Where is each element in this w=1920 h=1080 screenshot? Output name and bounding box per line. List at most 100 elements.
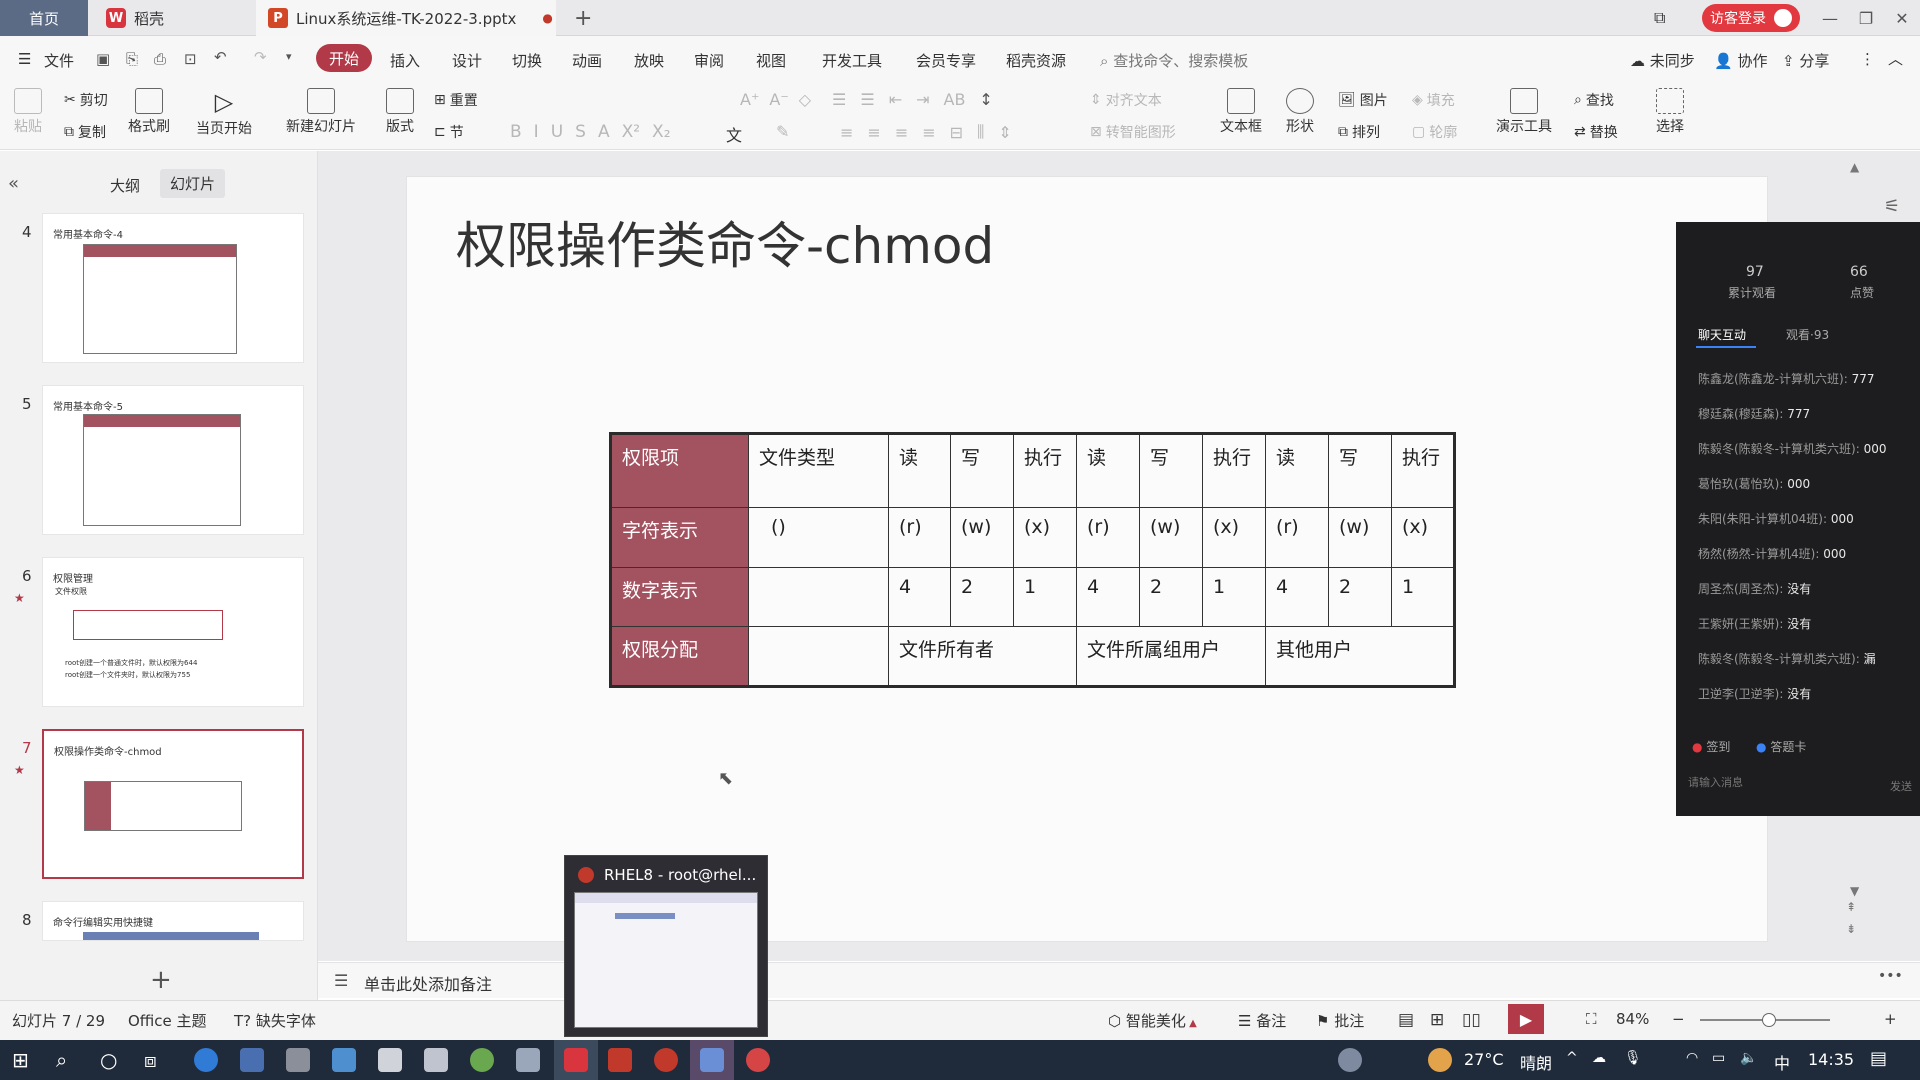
menu-daoke-resources[interactable]: 稻壳资源 [1006, 50, 1066, 71]
tab-outline[interactable]: 大纲 [110, 175, 140, 196]
notification-icon[interactable]: ▤ [1870, 1048, 1887, 1069]
align-right-icon[interactable]: ≡ [895, 123, 908, 142]
tab-daoke[interactable]: W 稻壳 [92, 0, 252, 36]
vm-console-icon[interactable] [654, 1048, 678, 1072]
italic-icon[interactable]: I [534, 122, 539, 142]
slide-thumbnail-8[interactable]: 命令行编辑实用快捷键 [42, 901, 304, 941]
outdent-icon[interactable]: ⇤ [889, 90, 902, 109]
permission-table[interactable]: 权限项 文件类型 读 写 执行 读 写 执行 读 写 执行 字符表示 () (r… [609, 432, 1456, 688]
quick-access-dropdown-icon[interactable]: ▾ [286, 50, 292, 63]
taskbar-app-icon[interactable] [240, 1048, 264, 1072]
menu-animation[interactable]: 动画 [572, 50, 602, 71]
highlight-icon[interactable]: ✎ [776, 122, 789, 141]
menu-review[interactable]: 审阅 [694, 50, 724, 71]
slide-thumbnail-4[interactable]: 常用基本命令-4 [42, 213, 304, 363]
menu-design[interactable]: 设计 [452, 50, 482, 71]
numbered-list-icon[interactable]: ☰ [860, 90, 874, 109]
fill-button[interactable]: ◈ 填充 [1412, 90, 1455, 110]
taskbar-active-wps[interactable] [554, 1040, 598, 1080]
menu-developer[interactable]: 开发工具 [822, 50, 882, 71]
collapse-panel-icon[interactable]: « [8, 173, 19, 194]
new-slide-button[interactable]: 新建幻灯片 [286, 88, 356, 136]
onedrive-icon[interactable]: ☁ [1592, 1050, 1606, 1066]
text-direction-icon[interactable]: AB [944, 90, 966, 109]
maximize-icon[interactable]: ❐ [1846, 0, 1886, 36]
zoom-out-icon[interactable]: − [1672, 1010, 1685, 1028]
hamburger-menu-icon[interactable]: ☰ [18, 50, 31, 68]
play-slideshow-button[interactable]: ▶ [1508, 1004, 1544, 1034]
columns-icon[interactable]: ⫼ [977, 122, 984, 142]
notepad-icon[interactable] [516, 1048, 540, 1072]
scroll-down-icon[interactable]: ▼ [1850, 884, 1859, 898]
sorter-view-icon[interactable]: ⊞ [1430, 1010, 1444, 1030]
live-stream-icon[interactable] [746, 1048, 770, 1072]
slide-thumbnail-5[interactable]: 常用基本命令-5 [42, 385, 304, 535]
collapse-ribbon-icon[interactable]: ︿ [1888, 48, 1903, 69]
select-button[interactable]: 选择 [1656, 88, 1684, 136]
notes-area[interactable]: ☰ 单击此处添加备注 [318, 962, 1920, 998]
menu-member[interactable]: 会员专享 [916, 50, 976, 71]
cut-button[interactable]: ✂ 剪切 [64, 90, 108, 110]
play-from-current-button[interactable]: ▷ 当页开始 [196, 88, 252, 138]
help-icon[interactable] [1338, 1048, 1362, 1072]
slide-title[interactable]: 权限操作类命令-chmod [456, 206, 994, 278]
new-tab-button[interactable]: + [574, 0, 598, 36]
distribute-icon[interactable]: ⊟ [950, 123, 963, 142]
fit-window-icon[interactable]: ⛶ [1586, 1010, 1597, 1028]
bullet-list-icon[interactable]: ☰ [832, 90, 846, 109]
bold-icon[interactable]: B [510, 122, 522, 142]
tab-slides[interactable]: 幻灯片 [160, 169, 226, 198]
copy-button[interactable]: ⧉ 复制 [64, 122, 106, 142]
superscript-icon[interactable]: X² [622, 122, 640, 142]
volume-icon[interactable]: 🔈 [1740, 1050, 1757, 1066]
slide-thumbnail-7[interactable]: 权限操作类命令-chmod [42, 729, 304, 879]
menu-transition[interactable]: 切换 [512, 50, 542, 71]
window-layout-icon[interactable]: ⧉ [1654, 0, 1682, 36]
zoom-in-icon[interactable]: + [1884, 1010, 1897, 1028]
justify-icon[interactable]: ≡ [922, 123, 935, 142]
tab-home[interactable]: 首页 [0, 0, 88, 36]
pinyin-icon[interactable]: ⽂ [726, 122, 742, 146]
picture-button[interactable]: 🖼 图片 [1338, 90, 1388, 110]
line-spacing-icon[interactable]: ↕ [979, 90, 992, 109]
vmware-icon[interactable] [608, 1048, 632, 1072]
more-options-icon[interactable]: ⋮ [1860, 50, 1875, 68]
scroll-up-icon[interactable]: ▲ [1850, 160, 1859, 174]
textbox-button[interactable]: 文本框 [1220, 88, 1262, 136]
menu-start[interactable]: 开始 [316, 44, 372, 72]
properties-panel-icon[interactable]: ⚟ [1884, 196, 1900, 217]
align-left-icon[interactable]: ≡ [840, 123, 853, 142]
answer-card-button[interactable]: ● 答题卡 [1756, 738, 1806, 755]
chat-app-icon[interactable] [332, 1048, 356, 1072]
ime-indicator[interactable]: 中 [1774, 1050, 1790, 1074]
section-button[interactable]: ⊏ 节 [434, 122, 464, 142]
strikethrough-icon[interactable]: S [575, 122, 586, 142]
share-button[interactable]: ⇪ 分享 [1782, 50, 1829, 71]
reset-button[interactable]: ⊞ 重置 [434, 90, 478, 110]
terminal-app-icon[interactable] [424, 1048, 448, 1072]
login-button[interactable]: 访客登录 [1702, 4, 1800, 32]
comments-button[interactable]: ⚑ 批注 [1316, 1010, 1364, 1031]
save-icon[interactable]: ▣ [96, 50, 110, 68]
align-center-icon[interactable]: ≡ [867, 123, 880, 142]
tab-viewers[interactable]: 观看·93 [1786, 326, 1829, 343]
cortana-icon[interactable]: ○ [100, 1048, 117, 1072]
replace-button[interactable]: ⇄ 替换 [1574, 122, 1618, 142]
paste-button[interactable]: 粘贴 [14, 88, 42, 136]
file-explorer-icon[interactable] [378, 1048, 402, 1072]
signin-button[interactable]: ● 签到 [1692, 738, 1730, 755]
battery-icon[interactable]: ▭ [1712, 1050, 1725, 1066]
tab-document[interactable]: P Linux系统运维-TK-2022-3.pptx ● [256, 0, 556, 36]
zoom-level[interactable]: 84% [1616, 1010, 1649, 1028]
export-pdf-icon[interactable]: ⎘ [126, 50, 138, 68]
shapes-button[interactable]: 形状 [1286, 88, 1314, 136]
tab-chat[interactable]: 聊天互动 [1698, 326, 1746, 343]
task-view-icon[interactable]: ⧈ [144, 1048, 157, 1072]
reading-view-icon[interactable]: ▯▯ [1462, 1010, 1481, 1030]
notes-more-icon[interactable]: ••• [1878, 968, 1903, 984]
underline-icon[interactable]: U [551, 122, 563, 142]
redo-icon[interactable]: ↷ [254, 48, 267, 66]
taskbar-active-app[interactable] [690, 1040, 734, 1080]
windows-start-icon[interactable]: ⊞ [12, 1048, 29, 1072]
subscript-icon[interactable]: X₂ [652, 122, 670, 142]
